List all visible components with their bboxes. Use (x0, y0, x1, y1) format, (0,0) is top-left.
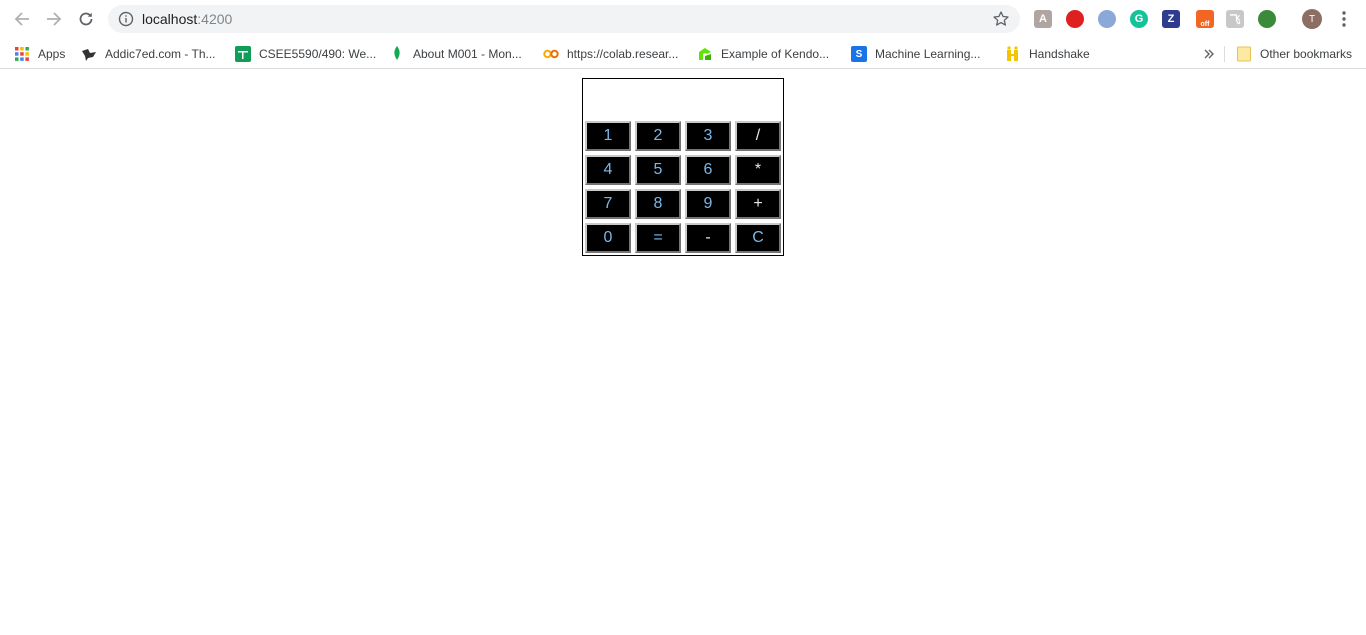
bookmark-handshake[interactable]: Handshake (1005, 42, 1090, 66)
folder-icon (1236, 46, 1252, 62)
bookmarks-overflow-chevron-icon[interactable] (1203, 42, 1215, 66)
translate-extension-icon[interactable]: 飞 (1226, 10, 1244, 28)
zotero-icon[interactable]: Z (1162, 10, 1180, 28)
cookie-extension-icon[interactable] (1098, 10, 1116, 28)
bookmark-label: Machine Learning... (875, 47, 981, 61)
browser-toolbar: localhost:4200 A G Zoff 飞 T (0, 0, 1366, 38)
key-9-button[interactable]: 9 (685, 189, 731, 219)
key-clear-button[interactable]: C (735, 223, 781, 253)
key-8-button[interactable]: 8 (635, 189, 681, 219)
key-5-button[interactable]: 5 (635, 155, 681, 185)
bookmark-machine-learning[interactable]: S Machine Learning... (851, 42, 980, 66)
handshake-icon (1005, 46, 1021, 62)
download-extension-icon[interactable] (1258, 10, 1276, 28)
tab-extension-icon[interactable]: off (1196, 10, 1214, 28)
key-equals-button[interactable]: = (635, 223, 681, 253)
key-2-button[interactable]: 2 (635, 121, 681, 151)
url-port: :4200 (197, 11, 233, 27)
bookmark-apps[interactable]: Apps (14, 42, 65, 66)
grammarly-icon[interactable]: G (1130, 10, 1148, 28)
calculator: 1 2 3/ 4 5 6 * 7 8 9 +0 = - C (582, 78, 784, 256)
key-6-button[interactable]: 6 (685, 155, 731, 185)
bookmark-label: About M001 - Mon... (413, 47, 522, 61)
forward-arrow-icon[interactable] (42, 7, 66, 31)
mongodb-leaf-icon (389, 46, 405, 62)
ad-block-icon[interactable] (1066, 10, 1084, 28)
url-text: localhost:4200 (142, 11, 232, 27)
key-plus-button[interactable]: + (735, 189, 781, 219)
bookmark-kendo[interactable]: Example of Kendo... (697, 42, 829, 66)
apps-grid-icon (14, 46, 30, 62)
profile-initial: T (1308, 13, 1316, 25)
bookmark-colab[interactable]: https://colab.resear... (543, 42, 678, 66)
address-bar[interactable]: localhost:4200 (108, 5, 1020, 33)
other-bookmarks-label: Other bookmarks (1260, 47, 1353, 61)
key-divide-button[interactable]: / (735, 121, 781, 151)
bookmark-label: Handshake (1029, 47, 1090, 61)
chrome-menu-icon[interactable] (1336, 9, 1352, 29)
key-0-button[interactable]: 0 (585, 223, 631, 253)
profile-avatar[interactable]: T (1302, 9, 1322, 29)
bookmarks-bar: Apps Addic7ed.com - Th... CSEE5590/490: … (0, 38, 1366, 69)
s-bookmark-icon: S (851, 46, 867, 62)
key-4-button[interactable]: 4 (585, 155, 631, 185)
bookmark-label: CSEE5590/490: We... (259, 47, 377, 61)
back-arrow-icon[interactable] (10, 7, 34, 31)
reload-icon[interactable] (74, 7, 98, 31)
bookmark-label: Addic7ed.com - Th... (105, 47, 216, 61)
bookmark-star-icon[interactable] (992, 10, 1010, 28)
bookmark-addic7ed[interactable]: Addic7ed.com - Th... (81, 42, 216, 66)
key-multiply-button[interactable]: * (735, 155, 781, 185)
calculator-display (583, 79, 783, 119)
bookmark-csee5590[interactable]: CSEE5590/490: We... (235, 42, 376, 66)
bookmark-label: https://colab.resear... (567, 47, 679, 61)
colab-icon (543, 46, 559, 62)
key-7-button[interactable]: 7 (585, 189, 631, 219)
pdf-extension-icon[interactable]: A (1034, 10, 1052, 28)
kendo-icon (697, 46, 713, 62)
site-info-icon[interactable] (118, 11, 134, 27)
addic7ed-icon (81, 46, 97, 62)
key-3-button[interactable]: 3 (685, 121, 731, 151)
bookmark-mongodb[interactable]: About M001 - Mon... (389, 42, 522, 66)
url-host: localhost (142, 11, 198, 27)
bookmarks-divider (1224, 46, 1225, 62)
other-bookmarks[interactable]: Other bookmarks (1236, 42, 1352, 66)
bookmark-label: Example of Kendo... (721, 47, 830, 61)
key-1-button[interactable]: 1 (585, 121, 631, 151)
sheets-icon (235, 46, 251, 62)
key-minus-button[interactable]: - (685, 223, 731, 253)
bookmark-label: Apps (38, 47, 66, 61)
